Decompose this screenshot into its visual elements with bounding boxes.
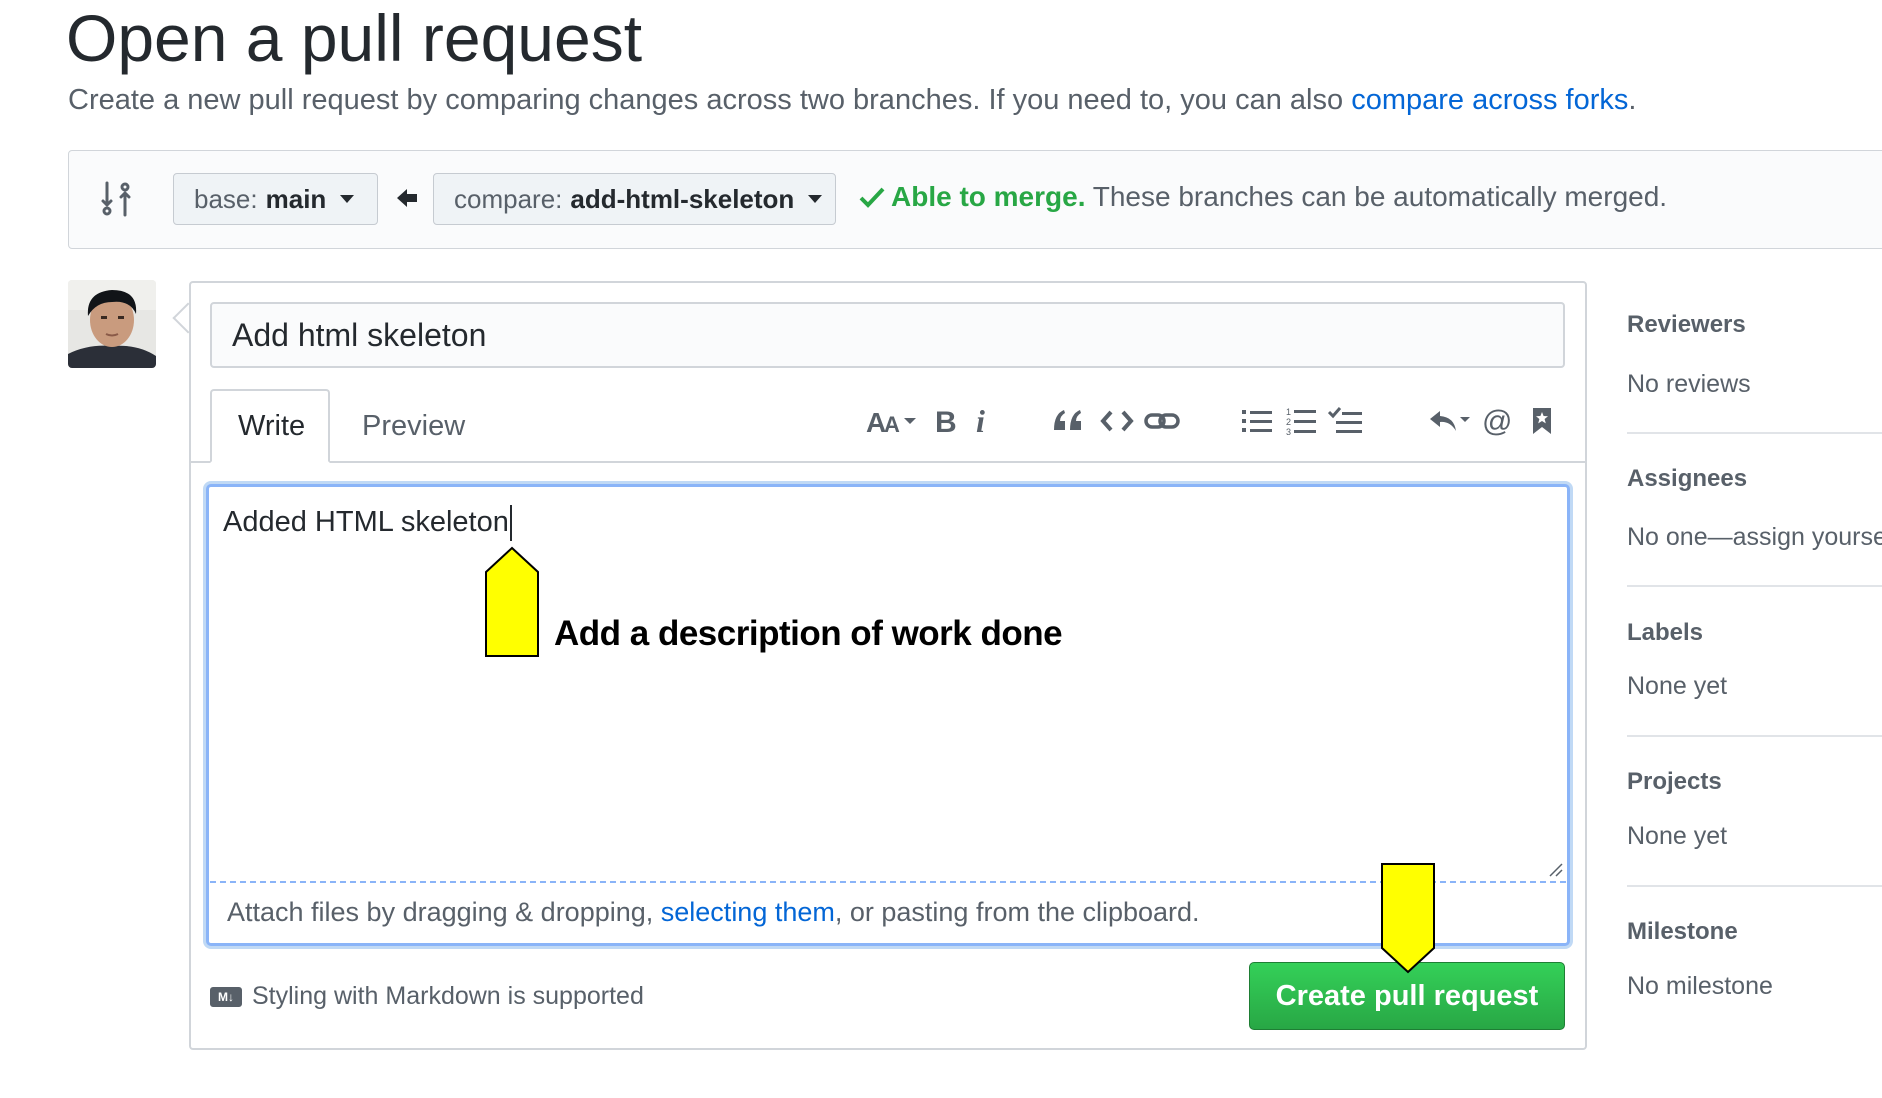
markdown-note-text: Styling with Markdown is supported bbox=[252, 982, 644, 1010]
pr-body-textarea[interactable] bbox=[206, 484, 1570, 946]
arrow-left-icon bbox=[395, 187, 419, 214]
unordered-list-icon[interactable] bbox=[1242, 400, 1272, 442]
tab-write[interactable]: Write bbox=[210, 389, 330, 463]
markdown-note[interactable]: M↓ Styling with Markdown is supported bbox=[210, 982, 644, 1011]
merge-status: Able to merge. These branches can be aut… bbox=[859, 181, 1667, 215]
base-branch-select[interactable]: base: main bbox=[173, 173, 378, 225]
sidebar-labels-heading[interactable]: Labels bbox=[1627, 619, 1703, 647]
subtitle-text: Create a new pull request by comparing c… bbox=[68, 84, 1352, 116]
sidebar-divider bbox=[1627, 885, 1882, 887]
link-icon[interactable] bbox=[1144, 400, 1180, 442]
base-label: base: bbox=[194, 183, 258, 214]
sidebar-divider bbox=[1627, 432, 1882, 434]
svg-text:A: A bbox=[884, 412, 900, 437]
sidebar-milestone-heading[interactable]: Milestone bbox=[1627, 918, 1738, 946]
compare-value: add-html-skeleton bbox=[570, 183, 795, 214]
text-size-icon[interactable]: AA bbox=[866, 400, 922, 442]
merge-detail-text: These branches can be automatically merg… bbox=[1085, 181, 1668, 212]
compare-arrows-icon bbox=[99, 179, 133, 219]
compare-label: compare: bbox=[454, 183, 563, 214]
reference-icon[interactable] bbox=[1530, 400, 1554, 442]
task-list-icon[interactable] bbox=[1328, 400, 1364, 442]
annotation-arrow-down-icon bbox=[1380, 862, 1436, 979]
sidebar-projects-value: None yet bbox=[1627, 822, 1728, 850]
sidebar-reviewers-value: No reviews bbox=[1627, 370, 1751, 398]
pr-body-text: Added HTML skeleton bbox=[223, 506, 509, 538]
branch-range-bar: base: main compare: add-html-skeleton Ab… bbox=[68, 150, 1882, 249]
svg-text:3: 3 bbox=[1286, 427, 1291, 436]
check-icon bbox=[859, 183, 885, 215]
annotation-arrow-up-icon bbox=[484, 546, 540, 663]
avatar[interactable] bbox=[68, 280, 156, 368]
sidebar-projects-heading[interactable]: Projects bbox=[1627, 768, 1722, 796]
base-value: main bbox=[265, 183, 327, 214]
merge-ok-text: Able to merge. bbox=[891, 181, 1086, 212]
bold-icon[interactable]: B bbox=[932, 400, 960, 442]
resize-handle-icon[interactable] bbox=[1546, 860, 1564, 878]
sidebar-reviewers-heading[interactable]: Reviewers bbox=[1627, 311, 1746, 339]
markdown-icon: M↓ bbox=[210, 986, 242, 1007]
attach-files-bar[interactable]: Attach files by dragging & dropping, sel… bbox=[227, 897, 1200, 928]
pr-title-input[interactable] bbox=[210, 302, 1565, 368]
sidebar-milestone-value: No milestone bbox=[1627, 972, 1773, 1000]
tab-preview[interactable]: Preview bbox=[336, 389, 491, 463]
svg-text:@: @ bbox=[1482, 405, 1512, 437]
chevron-down-icon bbox=[808, 195, 823, 203]
svg-text:1: 1 bbox=[1286, 407, 1291, 417]
italic-icon[interactable]: i bbox=[972, 400, 992, 442]
sidebar-assignees-heading[interactable]: Assignees bbox=[1627, 465, 1747, 493]
reply-icon[interactable] bbox=[1428, 400, 1472, 442]
chevron-down-icon bbox=[340, 195, 355, 203]
sidebar-divider bbox=[1627, 585, 1882, 587]
svg-text:2: 2 bbox=[1286, 417, 1291, 427]
sidebar-labels-value: None yet bbox=[1627, 672, 1728, 700]
mention-icon[interactable]: @ bbox=[1482, 400, 1514, 442]
page-subtitle: Create a new pull request by comparing c… bbox=[68, 82, 1636, 118]
compare-branch-select[interactable]: compare: add-html-skeleton bbox=[433, 173, 836, 225]
attach-divider bbox=[210, 881, 1566, 883]
attach-text: Attach files by dragging & dropping, bbox=[227, 897, 661, 927]
page-title: Open a pull request bbox=[66, 1, 643, 75]
compare-across-forks-link[interactable]: compare across forks bbox=[1351, 84, 1628, 116]
subtitle-end: . bbox=[1628, 84, 1637, 116]
ordered-list-icon[interactable]: 123 bbox=[1286, 400, 1316, 442]
quote-icon[interactable] bbox=[1052, 400, 1084, 442]
sidebar-divider bbox=[1627, 735, 1882, 737]
text-cursor bbox=[510, 505, 512, 541]
select-files-link[interactable]: selecting them bbox=[661, 897, 835, 927]
sidebar-assignees-value[interactable]: No one—assign yourse bbox=[1627, 523, 1882, 552]
attach-text-end: , or pasting from the clipboard. bbox=[834, 897, 1200, 927]
svg-text:i: i bbox=[976, 405, 985, 437]
code-icon[interactable] bbox=[1100, 400, 1134, 442]
svg-text:B: B bbox=[935, 406, 957, 436]
annotation-text: Add a description of work done bbox=[554, 614, 1063, 653]
